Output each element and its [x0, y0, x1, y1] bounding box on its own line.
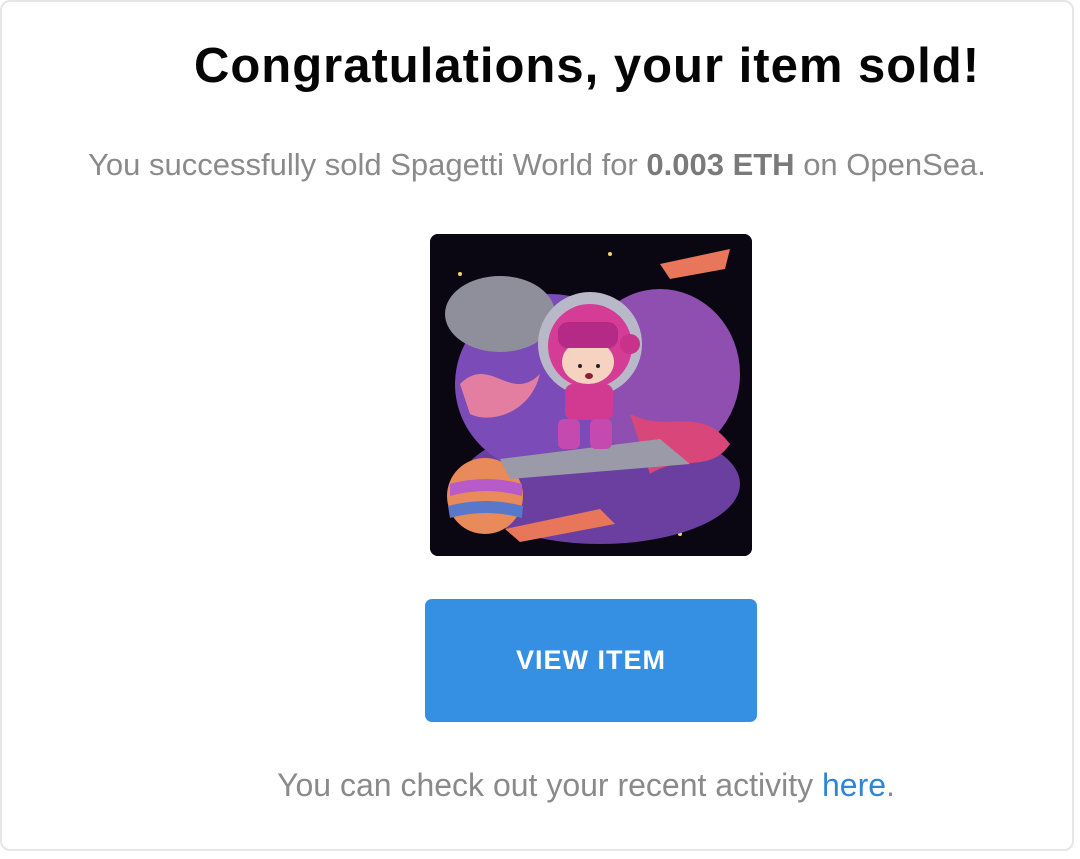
sale-summary: You successfully sold Spagetti World for…	[2, 147, 1072, 183]
activity-note-prefix: You can check out your recent activity	[277, 767, 822, 803]
nft-artwork-icon	[430, 234, 752, 556]
email-card: Congratulations, your item sold! You suc…	[0, 0, 1074, 851]
page-title: Congratulations, your item sold!	[193, 39, 981, 93]
activity-note-suffix: .	[886, 767, 895, 803]
sale-summary-prefix: You successfully sold Spagetti World for	[88, 147, 647, 182]
view-item-button[interactable]: VIEW ITEM	[425, 599, 757, 722]
sale-summary-suffix: on OpenSea.	[794, 147, 986, 182]
activity-note: You can check out your recent activity h…	[2, 767, 1072, 804]
activity-here-link[interactable]: here	[822, 767, 886, 803]
nft-artwork-image[interactable]	[430, 234, 752, 556]
sale-price: 0.003 ETH	[646, 147, 795, 182]
